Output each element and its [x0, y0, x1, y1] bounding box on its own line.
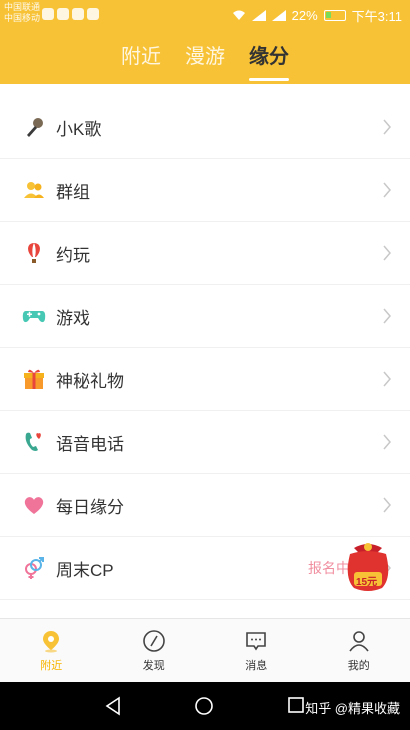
- tab-nearby[interactable]: 附近: [121, 40, 161, 75]
- wifi-icon: [232, 10, 245, 20]
- video-app-icon: [72, 8, 84, 20]
- list-item-games[interactable]: 游戏: [0, 285, 410, 348]
- list-item-karaoke[interactable]: 小K歌: [0, 96, 410, 159]
- carrier-2: 中国移动: [4, 13, 41, 23]
- red-packet-amount: 15元: [356, 577, 378, 588]
- status-indicators: 22% 下午3:11: [232, 6, 402, 25]
- list-item-groups[interactable]: 群组: [0, 159, 410, 222]
- list-item-label: 约玩: [56, 245, 90, 265]
- list-item-label: 群组: [56, 182, 90, 202]
- list-item-voice-call[interactable]: 语音电话: [0, 411, 410, 474]
- list-item-label: 游戏: [56, 308, 90, 328]
- nav-discover[interactable]: 发现: [103, 619, 206, 682]
- microphone-icon: [22, 115, 46, 139]
- signal-icon-2: [271, 10, 286, 21]
- tab-fate[interactable]: 缘分: [249, 40, 289, 81]
- watermark-text: 知乎 @精果收藏: [305, 701, 400, 716]
- home-icon[interactable]: [194, 696, 214, 716]
- chevron-right-icon: [383, 308, 391, 324]
- list-item-label: 每日缘分: [56, 497, 124, 517]
- clock: 下午3:11: [351, 9, 402, 24]
- battery-percent: 22%: [291, 8, 318, 23]
- nav-messages[interactable]: 消息: [205, 619, 308, 682]
- person-icon: [349, 630, 369, 651]
- gamepad-icon: [22, 304, 46, 328]
- nav-nearby[interactable]: 附近: [0, 619, 103, 682]
- status-bar: 中国联通 中国移动 22% 下午3:11: [0, 0, 410, 30]
- chevron-right-icon: [383, 119, 391, 135]
- wechat-icon: [57, 8, 69, 20]
- signal-icon: [251, 10, 266, 21]
- nav-label: 我的: [347, 659, 370, 672]
- nav-label: 附近: [40, 659, 63, 672]
- feature-list: 小K歌 群组 约玩 游戏 神秘礼物 语音电话 每日缘分 周末CP 报名中: [0, 96, 410, 600]
- carrier-labels: 中国联通 中国移动: [4, 2, 40, 24]
- nav-label: 消息: [245, 659, 268, 672]
- phone-heart-icon: [22, 430, 46, 454]
- bottom-nav: 附近 发现 消息 我的: [0, 618, 410, 682]
- notification-app-icon: [42, 8, 54, 20]
- chevron-right-icon: [383, 497, 391, 513]
- nav-me[interactable]: 我的: [308, 619, 410, 682]
- list-item-daily-fate[interactable]: 每日缘分: [0, 474, 410, 537]
- list-item-label: 神秘礼物: [56, 371, 124, 391]
- red-packet-button[interactable]: 15元: [344, 538, 392, 594]
- system-nav-bar: 知乎 @精果收藏: [0, 682, 410, 730]
- chevron-right-icon: [383, 434, 391, 450]
- battery-icon: [323, 10, 346, 21]
- group-icon: [22, 178, 46, 202]
- list-item-label: 小K歌: [56, 119, 102, 139]
- list-item-label: 周末CP: [56, 560, 114, 580]
- chat-bubble-icon: [246, 631, 267, 650]
- list-item-play-date[interactable]: 约玩: [0, 222, 410, 285]
- heart-icon: [22, 493, 46, 517]
- top-tabs: 附近 漫游 缘分: [0, 30, 410, 84]
- notification-icons: [42, 8, 99, 20]
- chevron-right-icon: [383, 182, 391, 198]
- location-pin-icon: [43, 630, 60, 652]
- compass-icon: [142, 629, 165, 652]
- gift-box-icon: [22, 367, 46, 391]
- chevron-right-icon: [383, 371, 391, 387]
- nav-label: 发现: [142, 659, 165, 672]
- chevron-right-icon: [383, 245, 391, 261]
- hot-air-balloon-icon: [22, 241, 46, 265]
- recent-apps-icon[interactable]: [288, 697, 304, 713]
- list-item-mystery-gift[interactable]: 神秘礼物: [0, 348, 410, 411]
- tab-roaming[interactable]: 漫游: [185, 40, 225, 75]
- back-icon[interactable]: [104, 696, 122, 716]
- chat-app-icon: [87, 8, 99, 20]
- carrier-1: 中国联通: [4, 2, 41, 12]
- list-item-label: 语音电话: [56, 434, 124, 454]
- gender-symbols-icon: [22, 556, 46, 580]
